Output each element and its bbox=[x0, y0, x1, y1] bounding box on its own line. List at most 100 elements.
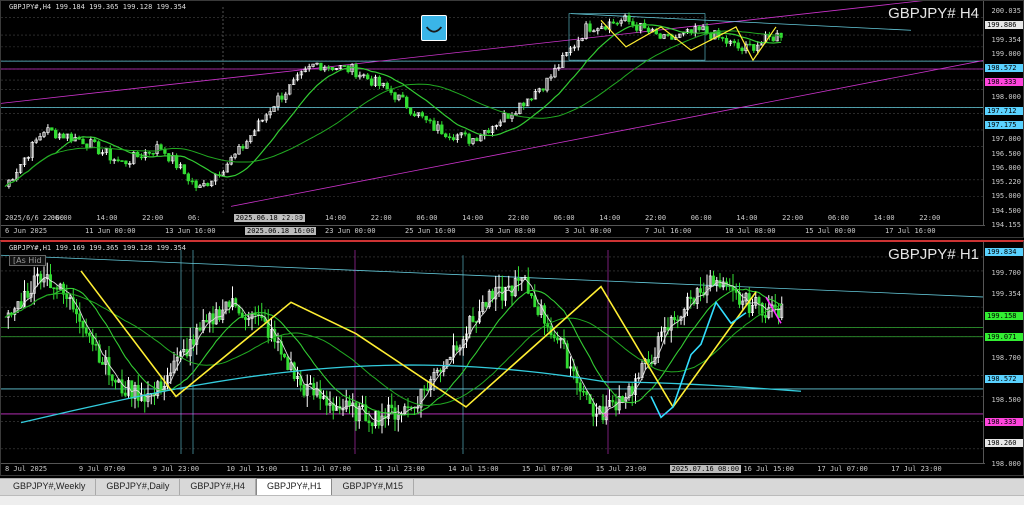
h4-price-axis[interactable]: 200.035 199.886 199.354 199.000 198.572 198.3… bbox=[983, 1, 1023, 237]
candle-body bbox=[475, 138, 479, 142]
price-tag: 199.158 bbox=[985, 311, 1023, 320]
h1-plot-area[interactable]: × bbox=[1, 242, 985, 466]
candle-body bbox=[451, 137, 456, 140]
candle-body bbox=[740, 47, 744, 52]
time-label: 06:00 bbox=[690, 214, 712, 222]
candle-body bbox=[369, 78, 374, 86]
candle-body bbox=[116, 159, 120, 162]
time-label: 22:00 bbox=[370, 214, 392, 222]
candle-body bbox=[84, 327, 88, 334]
candle-body bbox=[354, 64, 358, 78]
tab-gbpjpy-m15[interactable]: GBPJPY#,M15 bbox=[332, 479, 414, 495]
candle-body bbox=[673, 317, 676, 321]
h4-plot-area[interactable] bbox=[1, 1, 985, 227]
time-label: 9 Jul 23:00 bbox=[152, 465, 200, 473]
candle-body bbox=[139, 156, 144, 159]
candle-body bbox=[393, 92, 397, 100]
price-tag: 197.175 bbox=[985, 121, 1023, 130]
candle-body bbox=[705, 26, 709, 34]
price-label: 198.000 bbox=[991, 92, 1021, 101]
candle-body bbox=[522, 102, 526, 107]
indicator-app-icon[interactable] bbox=[421, 15, 447, 41]
candle-body bbox=[114, 380, 117, 383]
candle-body bbox=[377, 76, 382, 87]
candle-body bbox=[342, 65, 346, 67]
price-label: 199.700 bbox=[991, 269, 1021, 278]
candle-body bbox=[244, 317, 247, 320]
price-tag: 198.333 bbox=[985, 78, 1023, 87]
candle-body bbox=[642, 22, 647, 29]
candle-body bbox=[194, 180, 198, 188]
channel-line bbox=[1, 1, 924, 104]
candle-body bbox=[748, 43, 752, 46]
h1-time-axis[interactable]: 8 Jul 2025 9 Jul 07:00 9 Jul 23:00 10 Jul 1… bbox=[1, 463, 985, 475]
candle-body bbox=[439, 369, 442, 372]
candle-body bbox=[401, 94, 405, 98]
hide-indicator-button[interactable]: [As Hid bbox=[9, 255, 46, 266]
chart-window-h4[interactable]: GBPJPY#,H4 199.184 199.365 199.128 199.3… bbox=[0, 0, 1024, 238]
candle-body bbox=[582, 390, 585, 393]
candle-body bbox=[52, 287, 56, 290]
price-label: 195.220 bbox=[991, 178, 1021, 187]
time-label: 14:00 bbox=[873, 214, 895, 222]
price-label: 198.700 bbox=[991, 354, 1021, 362]
time-label: 7 Jul 16:00 bbox=[645, 227, 692, 235]
candle-body bbox=[712, 275, 715, 286]
candle-body bbox=[130, 380, 134, 399]
candle-body bbox=[422, 388, 426, 391]
candle-body bbox=[120, 379, 124, 394]
time-label: 14:00 bbox=[599, 214, 621, 222]
h4-time-axis[interactable]: 6 Jun 2025 11 Jun 00:00 13 Jun 16:00 2025.0… bbox=[1, 225, 985, 237]
candle-body bbox=[348, 400, 351, 407]
h1-price-axis[interactable]: 199.834 199.700 199.354 199.158 199.071 198.7… bbox=[983, 242, 1023, 475]
time-label: 22:00 bbox=[507, 214, 529, 222]
time-label: 22:00 bbox=[782, 214, 804, 222]
candle-body bbox=[147, 152, 151, 154]
time-label: 6 Jun 2025 bbox=[5, 227, 48, 235]
time-label: 2025.06.18 16:00 bbox=[245, 227, 317, 235]
candle-body bbox=[463, 132, 467, 135]
price-label: 194.500 bbox=[991, 206, 1021, 215]
candle-body bbox=[182, 164, 187, 175]
candle-body bbox=[377, 411, 381, 426]
price-tag: 199.886 bbox=[985, 21, 1023, 30]
candle-body bbox=[85, 143, 89, 149]
candle-body bbox=[533, 295, 537, 308]
candle-body bbox=[724, 38, 729, 44]
moving-average-slow bbox=[4, 30, 782, 187]
candle-body bbox=[354, 402, 358, 422]
candle-body bbox=[591, 403, 595, 417]
candle-body bbox=[174, 155, 179, 169]
candle-body bbox=[94, 344, 98, 346]
time-label: 30 Jun 08:00 bbox=[485, 227, 536, 235]
time-label: 16 Jul 15:00 bbox=[743, 465, 795, 473]
candle-body bbox=[428, 119, 432, 122]
candles bbox=[7, 12, 783, 192]
tab-gbpjpy-weekly[interactable]: GBPJPY#,Weekly bbox=[3, 479, 97, 495]
candle-body bbox=[530, 293, 533, 296]
candle-body bbox=[424, 115, 428, 121]
trend-line bbox=[570, 13, 912, 31]
candles bbox=[6, 262, 784, 434]
candle-body bbox=[327, 66, 331, 69]
candle-body bbox=[588, 23, 592, 32]
candle-body bbox=[732, 40, 736, 44]
time-label: 10 Jul 08:00 bbox=[725, 227, 776, 235]
candle-body bbox=[529, 98, 534, 101]
candle-body bbox=[283, 353, 286, 358]
tab-gbpjpy-h4[interactable]: GBPJPY#,H4 bbox=[180, 479, 256, 495]
tab-gbpjpy-daily[interactable]: GBPJPY#,Daily bbox=[96, 479, 181, 495]
range-box bbox=[568, 13, 706, 61]
candle-body bbox=[603, 26, 608, 30]
candle-body bbox=[627, 15, 631, 22]
channel-line bbox=[230, 59, 985, 207]
chart-window-h1[interactable]: × GBPJPY#,H1 199.169 199.365 199.128 199… bbox=[0, 240, 1024, 476]
candle-body bbox=[302, 384, 306, 396]
price-label: 199.000 bbox=[991, 49, 1021, 58]
candle-body bbox=[757, 297, 761, 304]
tab-gbpjpy-h1[interactable]: GBPJPY#,H1 bbox=[255, 478, 333, 495]
candle-body bbox=[93, 139, 97, 142]
time-label: 22:00 bbox=[142, 214, 164, 222]
h4-symbol-title: GBPJPY# H4 bbox=[888, 5, 979, 22]
time-label: 11 Jul 07:00 bbox=[300, 465, 351, 473]
